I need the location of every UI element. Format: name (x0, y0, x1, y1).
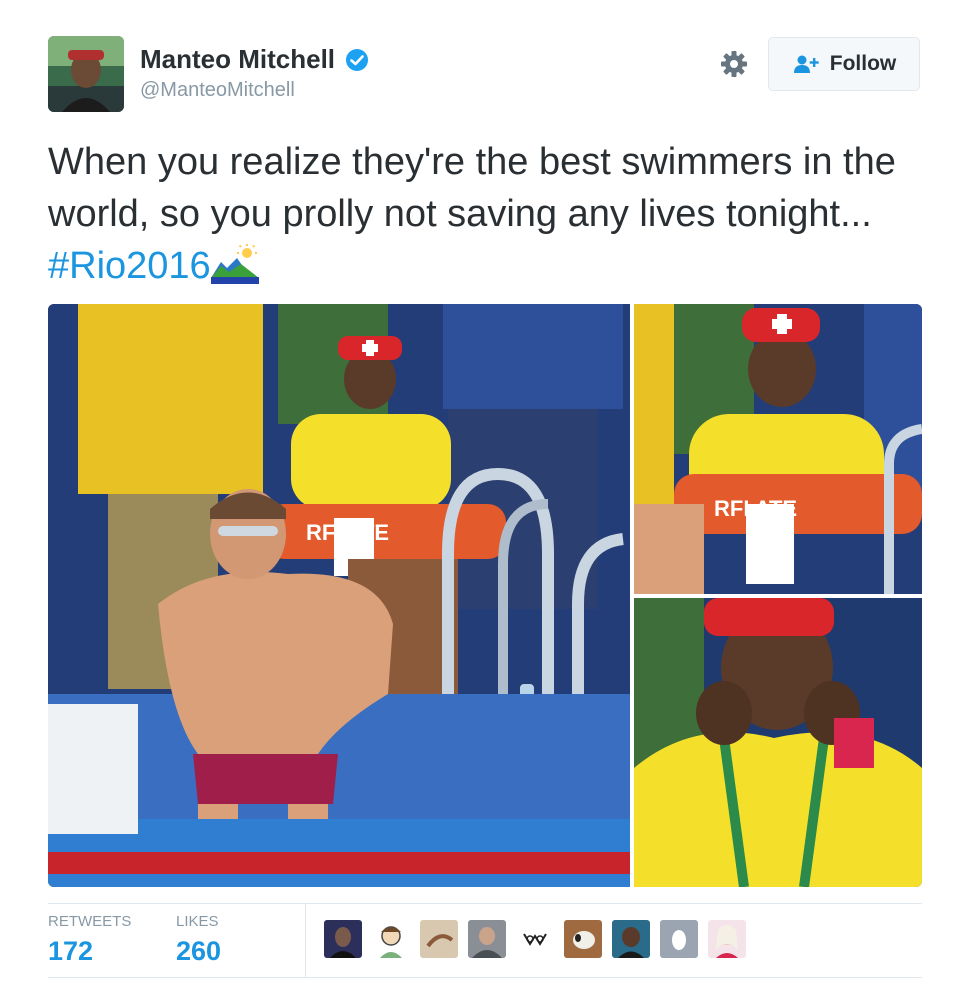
likes-stat[interactable]: LIKES 260 (176, 913, 221, 967)
liker-avatar-1[interactable] (324, 920, 362, 958)
follow-label: Follow (829, 52, 897, 75)
avatar-image (48, 36, 124, 112)
liker-avatar-4[interactable] (468, 920, 506, 958)
gear-icon[interactable] (718, 48, 750, 80)
display-name[interactable]: Manteo Mitchell (140, 44, 335, 75)
rio-landscape-emoji (210, 244, 259, 284)
stats-divider-bottom (48, 977, 922, 978)
likes-count: 260 (176, 936, 222, 966)
stats-divider-top (48, 903, 922, 904)
stats-vertical-divider (305, 904, 306, 977)
user-handle[interactable]: @ManteoMitchell (140, 79, 369, 102)
likes-label: LIKES (176, 913, 219, 930)
likers-avatar-list (324, 920, 746, 958)
lifeguard-closeup-photo[interactable]: RFI ATE (634, 304, 922, 594)
user-avatar[interactable] (48, 36, 124, 112)
tweet-body: When you realize they're the best swimme… (48, 141, 896, 235)
liker-avatar-2[interactable] (372, 920, 410, 958)
retweets-stat[interactable]: RETWEETS 172 (48, 913, 131, 967)
liker-avatar-7[interactable] (612, 920, 650, 958)
liker-avatar-5[interactable] (516, 920, 554, 958)
tweet-media: RFI ATE (48, 304, 922, 887)
retweets-count: 172 (48, 936, 94, 966)
swimmer-and-lifeguard-photo[interactable]: RFI ATE (48, 304, 630, 887)
lifeguard-face-closeup-photo[interactable] (634, 598, 922, 887)
verified-badge-icon (345, 48, 369, 72)
retweets-label: RETWEETS (48, 913, 132, 930)
liker-avatar-6[interactable] (564, 920, 602, 958)
liker-avatar-8[interactable] (660, 920, 698, 958)
liker-avatar-9[interactable] (708, 920, 746, 958)
add-user-icon (793, 55, 819, 73)
user-info: Manteo Mitchell @ManteoMitchell (140, 44, 369, 102)
follow-button[interactable]: Follow (768, 37, 920, 91)
tweet-text: When you realize they're the best swimme… (48, 136, 928, 292)
liker-avatar-3[interactable] (420, 920, 458, 958)
hashtag-link[interactable]: #Rio2016 (48, 245, 211, 287)
